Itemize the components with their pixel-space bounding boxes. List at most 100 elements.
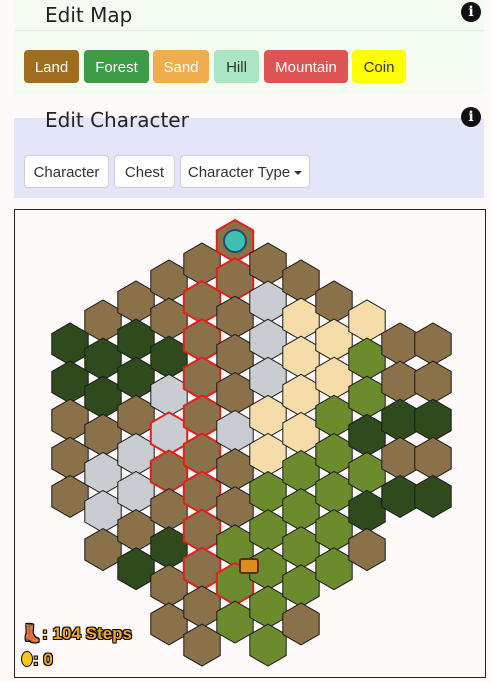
hex-tile[interactable]: [282, 488, 320, 532]
hex-tile[interactable]: [315, 509, 353, 553]
hex-tile[interactable]: [117, 356, 155, 400]
hex-tile[interactable]: [183, 623, 221, 667]
hex-tile[interactable]: [215, 256, 255, 302]
hex-tile[interactable]: [414, 474, 452, 518]
hex-tile[interactable]: [282, 259, 320, 303]
mountain-button[interactable]: Mountain: [264, 50, 348, 83]
hex-tile[interactable]: [249, 318, 287, 362]
hex-tile[interactable]: [249, 242, 287, 286]
hex-tile[interactable]: [117, 547, 155, 591]
hex-tile[interactable]: [117, 318, 155, 362]
hex-tile[interactable]: [282, 602, 320, 646]
hex-map-canvas[interactable]: 👢: 104 Steps : 0: [14, 209, 486, 678]
hex-tile[interactable]: [150, 259, 188, 303]
hex-tile[interactable]: [51, 360, 89, 404]
hex-tile[interactable]: [282, 335, 320, 379]
hex-tile[interactable]: [216, 600, 254, 644]
hex-tile[interactable]: [381, 474, 419, 518]
hex-tile[interactable]: [348, 375, 386, 419]
hex-tile[interactable]: [51, 436, 89, 480]
hex-tile[interactable]: [150, 488, 188, 532]
hex-tile[interactable]: [414, 398, 452, 442]
hex-tile[interactable]: [381, 436, 419, 480]
hex-tile[interactable]: [84, 299, 122, 343]
hex-tile[interactable]: [282, 297, 320, 341]
coin-button[interactable]: Coin: [352, 50, 406, 83]
hex-tile[interactable]: [150, 564, 188, 608]
hex-tile[interactable]: [249, 509, 287, 553]
hex-tile[interactable]: [51, 398, 89, 442]
hex-tile[interactable]: [249, 623, 287, 667]
hex-tile[interactable]: [149, 449, 189, 494]
hex-tile[interactable]: [348, 528, 386, 572]
hex-tile[interactable]: [216, 295, 254, 339]
hex-tile[interactable]: [348, 451, 386, 495]
hex-tile[interactable]: [182, 508, 222, 553]
hex-tile[interactable]: [182, 394, 222, 439]
hex-tile[interactable]: [381, 322, 419, 366]
hex-tile[interactable]: [282, 373, 320, 417]
hex-tile[interactable]: [381, 398, 419, 442]
sand-button[interactable]: Sand: [153, 50, 209, 83]
hex-tile[interactable]: [348, 489, 386, 534]
hex-tile[interactable]: [414, 436, 452, 480]
hex-tile[interactable]: [182, 279, 222, 325]
hex-tile[interactable]: [150, 297, 188, 341]
hex-tile[interactable]: [414, 360, 452, 404]
hex-tile[interactable]: [182, 432, 222, 477]
hex-tile[interactable]: [84, 489, 122, 534]
hex-tile[interactable]: [182, 318, 222, 363]
land-button[interactable]: Land: [24, 50, 79, 83]
hill-button[interactable]: Hill: [214, 50, 259, 83]
character-sprite-icon[interactable]: [223, 229, 247, 253]
hex-tile[interactable]: [51, 474, 89, 518]
edit-map-info-icon[interactable]: i: [461, 2, 481, 22]
hex-tile[interactable]: [315, 547, 353, 591]
hex-tile[interactable]: [84, 413, 122, 457]
hex-tile[interactable]: [381, 360, 419, 404]
hex-tile[interactable]: [249, 356, 287, 400]
hex-tile[interactable]: [182, 356, 222, 401]
hex-tile[interactable]: [216, 333, 254, 377]
treasure-chest-icon[interactable]: [239, 558, 259, 574]
hex-tile[interactable]: [249, 432, 287, 477]
chest-button[interactable]: Chest: [114, 155, 175, 188]
hex-tile[interactable]: [182, 470, 222, 515]
hex-tile[interactable]: [216, 409, 254, 454]
hex-tile[interactable]: [315, 280, 353, 324]
hex-tile[interactable]: [315, 470, 353, 515]
hex-tile[interactable]: [84, 451, 122, 495]
hex-tile[interactable]: [84, 375, 122, 419]
hex-tile[interactable]: [249, 394, 287, 438]
forest-button[interactable]: Forest: [84, 50, 149, 83]
hex-tile[interactable]: [414, 322, 452, 366]
hex-tile[interactable]: [282, 449, 320, 494]
hex-tile[interactable]: [315, 356, 353, 400]
hex-tile[interactable]: [315, 318, 353, 362]
hex-tile[interactable]: [249, 280, 287, 324]
hex-tile[interactable]: [84, 528, 122, 572]
hex-tile[interactable]: [348, 299, 386, 343]
hex-tile[interactable]: [150, 526, 188, 570]
character-type-dropdown[interactable]: Character Type: [180, 155, 310, 188]
hex-tile[interactable]: [117, 394, 155, 438]
hex-tile[interactable]: [117, 432, 155, 476]
hex-tile[interactable]: [282, 526, 320, 570]
hex-tile[interactable]: [150, 373, 188, 417]
hex-tile[interactable]: [216, 486, 254, 530]
hex-tile[interactable]: [117, 470, 155, 515]
hex-tile[interactable]: [117, 509, 155, 553]
hex-tile[interactable]: [216, 448, 254, 492]
hex-tile[interactable]: [150, 335, 188, 379]
hex-tile[interactable]: [282, 564, 320, 608]
hex-tile[interactable]: [84, 337, 122, 381]
hex-tile[interactable]: [315, 394, 353, 438]
hex-tile[interactable]: [249, 585, 287, 629]
hex-tile[interactable]: [149, 411, 189, 456]
character-button[interactable]: Character: [24, 155, 109, 188]
hex-tile[interactable]: [315, 432, 353, 476]
hex-tile[interactable]: [216, 371, 254, 415]
hex-tile[interactable]: [51, 322, 89, 366]
hex-tile[interactable]: [117, 280, 155, 324]
edit-character-info-icon[interactable]: i: [461, 107, 481, 127]
